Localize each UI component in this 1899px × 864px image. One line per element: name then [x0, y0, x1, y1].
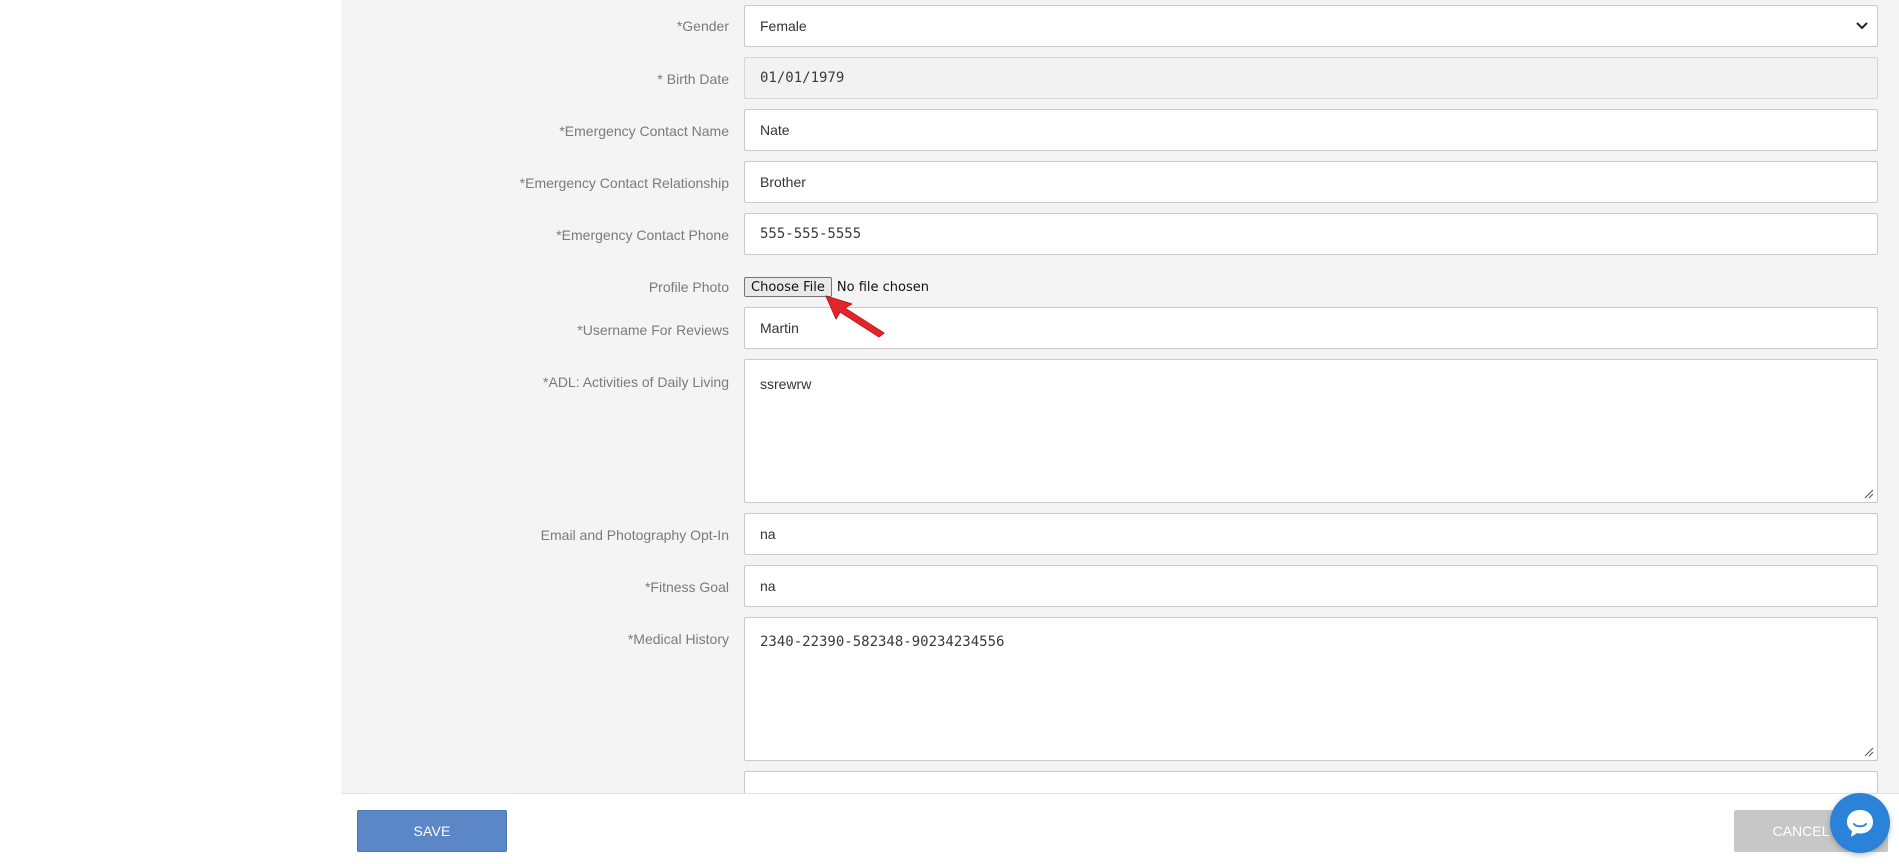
profile-photo-label: Profile Photo [648, 279, 729, 295]
form-footer: SAVE CANCEL [341, 793, 1899, 864]
gender-value: Female [760, 18, 807, 34]
save-button[interactable]: SAVE [357, 810, 507, 852]
email-optin-label: Email and Photography Opt-In [540, 527, 729, 543]
adl-value: ssrewrw [760, 376, 812, 392]
chat-bubble-icon [1847, 810, 1873, 837]
chat-widget-button[interactable] [1830, 793, 1890, 853]
birth-date-label: * Birth Date [657, 71, 729, 87]
emergency-name-value: Nate [760, 122, 790, 138]
profile-form: *Gender Female * Birth Date 01/01/1979 *… [341, 0, 1899, 793]
fitness-goal-value: na [760, 578, 776, 594]
red-arrow-icon [825, 295, 885, 338]
medical-history-textarea[interactable]: 2340-22390-582348-90234234556 [744, 617, 1878, 761]
fitness-goal-field[interactable]: na [744, 565, 1878, 607]
medical-history-label: *Medical History [627, 631, 729, 647]
adl-textarea[interactable]: ssrewrw [744, 359, 1878, 503]
left-sidebar [0, 0, 341, 863]
email-optin-field[interactable]: na [744, 513, 1878, 555]
email-optin-value: na [760, 526, 776, 542]
username-field[interactable]: Martin [744, 307, 1878, 349]
resize-handle-icon[interactable] [1864, 747, 1874, 757]
medical-history-value: 2340-22390-582348-90234234556 [760, 634, 1005, 650]
emergency-relationship-label: *Emergency Contact Relationship [519, 175, 729, 191]
emergency-phone-field[interactable]: 555-555-5555 [744, 213, 1878, 255]
emergency-phone-value: 555-555-5555 [760, 226, 862, 242]
adl-label: *ADL: Activities of Daily Living [543, 374, 729, 390]
username-value: Martin [760, 320, 799, 336]
emergency-name-label: *Emergency Contact Name [559, 123, 729, 139]
choose-file-button[interactable]: Choose File [744, 277, 832, 297]
birth-date-field[interactable]: 01/01/1979 [744, 57, 1878, 99]
emergency-phone-label: *Emergency Contact Phone [556, 227, 729, 243]
gender-label: *Gender [676, 18, 729, 34]
username-label: *Username For Reviews [577, 322, 729, 338]
gender-select[interactable]: Female [744, 5, 1878, 47]
emergency-relationship-value: Brother [760, 174, 806, 190]
birth-date-value: 01/01/1979 [760, 70, 845, 86]
fitness-goal-label: *Fitness Goal [644, 579, 729, 595]
emergency-name-field[interactable]: Nate [744, 109, 1878, 151]
next-field[interactable] [744, 771, 1878, 793]
resize-handle-icon[interactable] [1864, 489, 1874, 499]
emergency-relationship-field[interactable]: Brother [744, 161, 1878, 203]
chevron-down-icon [1856, 22, 1868, 30]
